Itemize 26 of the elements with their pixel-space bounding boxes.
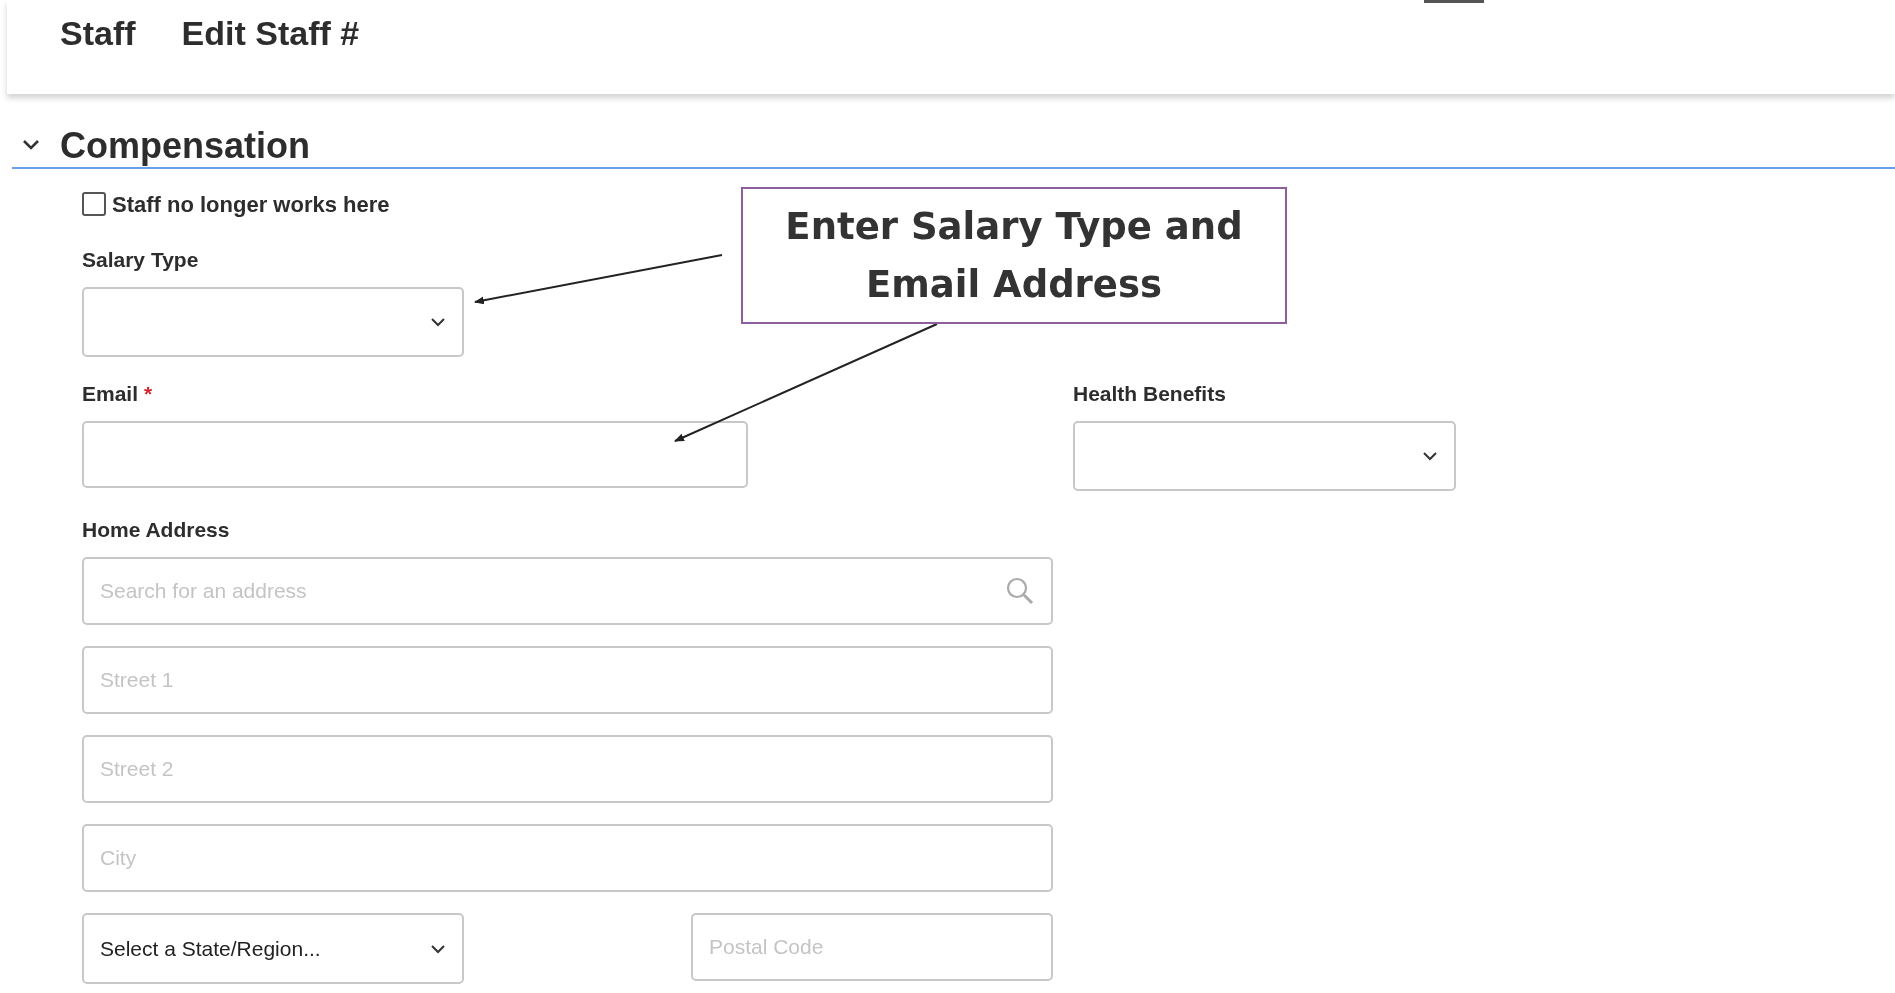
section-title: Compensation <box>60 124 310 168</box>
dropdown[interactable] <box>82 287 464 357</box>
dropdown[interactable]: Select a State/Region... <box>82 913 464 984</box>
callout-text: Email Address <box>865 261 1162 308</box>
search-icon <box>1005 576 1035 606</box>
field-label: Salary Type <box>82 247 199 274</box>
input-field[interactable]: Postal Code <box>691 913 1053 981</box>
search-field[interactable]: Search for an address <box>82 557 1053 625</box>
checkbox-label: Staff no longer works here <box>112 190 390 219</box>
caret-icon <box>430 317 446 327</box>
input-field[interactable]: Street 2 <box>82 735 1053 803</box>
callout-text: Enter Salary Type and <box>785 203 1243 250</box>
input-field[interactable] <box>82 421 748 488</box>
input-field[interactable]: Street 1 <box>82 646 1053 714</box>
page-title: Staff <box>60 13 136 54</box>
tab-indicator <box>1424 0 1484 3</box>
caret-icon <box>430 943 446 954</box>
dropdown[interactable] <box>1073 421 1456 491</box>
field-label: Home Address <box>82 517 230 544</box>
field-label: Health Benefits <box>1073 381 1226 408</box>
field-label: Email <box>82 381 139 408</box>
input-field[interactable]: City <box>82 824 1053 892</box>
page-subtitle: Edit Staff # <box>181 13 360 54</box>
checkbox[interactable] <box>82 192 106 216</box>
caret-icon <box>1422 451 1438 461</box>
required-mark: * <box>144 381 153 408</box>
